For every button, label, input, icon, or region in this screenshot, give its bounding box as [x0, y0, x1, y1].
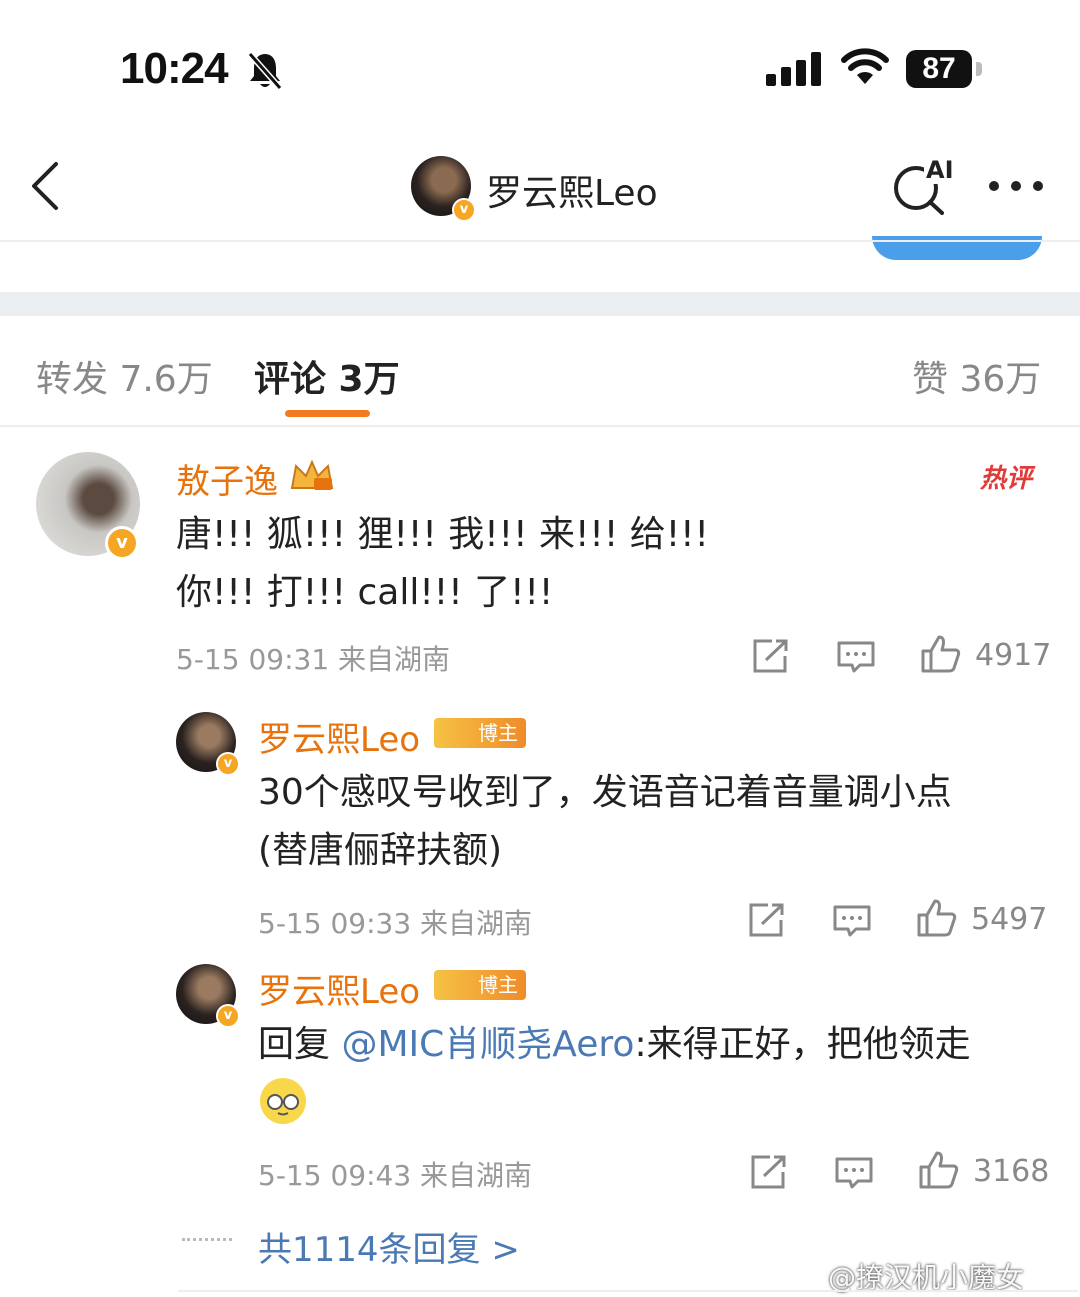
reply-username[interactable]: 罗云熙Leo: [258, 964, 420, 1013]
crown-icon: [288, 458, 336, 496]
chevron-left-icon[interactable]: [28, 160, 62, 216]
comment-icon[interactable]: [832, 904, 872, 942]
reply-body: :来得正好，把他领走: [634, 1024, 971, 1065]
reply-meta: 5-15 09:43 来自湖南: [258, 1159, 533, 1192]
comment-icon[interactable]: [836, 640, 876, 678]
glasses-emoji-icon: [260, 1078, 306, 1124]
more-icon[interactable]: [988, 178, 1044, 197]
nav-divider: [0, 240, 1080, 242]
replies-dots-divider: [182, 1238, 232, 1243]
mention-link[interactable]: @MIC肖顺尧Aero: [341, 1024, 634, 1065]
tab-comments[interactable]: 评论 3万: [254, 350, 400, 402]
like-count: 3168: [973, 1154, 1050, 1189]
tab-active-indicator: [285, 410, 370, 417]
hot-comment-badge: 热评: [980, 464, 1033, 494]
share-icon[interactable]: [750, 1154, 788, 1194]
signal-icon: [766, 52, 824, 90]
thumbs-up-icon[interactable]: [918, 1150, 960, 1194]
wifi-icon: [840, 48, 890, 90]
reply-text-line-1: 30个感叹号收到了，发语音记着音量调小点: [258, 772, 952, 813]
verified-badge: v: [452, 198, 476, 222]
blogger-tag: 博主: [434, 970, 526, 1000]
share-icon[interactable]: [752, 638, 790, 678]
like-count: 4917: [975, 638, 1052, 673]
ai-search-icon[interactable]: AI: [890, 156, 956, 220]
reply-meta: 5-15 09:33 来自湖南: [258, 907, 533, 940]
comment-icon[interactable]: [834, 1156, 874, 1194]
verified-badge: v: [216, 1004, 240, 1028]
comment-meta: 5-15 09:31 来自湖南: [176, 643, 451, 676]
reply-text: 回复 @MIC肖顺尧Aero:来得正好，把他领走: [258, 1016, 971, 1074]
page-title[interactable]: 罗云熙Leo: [486, 164, 658, 216]
tab-reposts[interactable]: 转发 7.6万: [36, 350, 213, 402]
share-icon[interactable]: [748, 902, 786, 942]
verified-badge: v: [105, 526, 139, 560]
view-all-replies-link[interactable]: 共1114条回复 >: [258, 1222, 520, 1271]
comment-text-line-2: 你!!! 打!!! call!!! 了!!!: [176, 572, 554, 613]
comment-text-line-1: 唐!!! 狐!!! 狸!!! 我!!! 来!!! 给!!!: [176, 514, 709, 555]
blogger-tag: 博主: [434, 718, 526, 748]
bell-muted-icon: [246, 50, 284, 94]
thumbs-up-icon[interactable]: [916, 898, 958, 942]
battery-nub: [976, 62, 982, 76]
thumbs-up-icon[interactable]: [920, 634, 962, 678]
status-time: 10:24: [120, 44, 229, 93]
ai-label: AI: [924, 156, 956, 184]
tab-likes[interactable]: 赞 36万: [912, 350, 1041, 402]
section-separator: [0, 292, 1080, 316]
reply-text-line-2: (替唐俪辞扶额): [258, 830, 503, 871]
like-count: 5497: [971, 902, 1048, 937]
reply-username[interactable]: 罗云熙Leo: [258, 712, 420, 761]
tabs-divider: [0, 425, 1080, 427]
reply-prefix: 回复: [258, 1024, 342, 1065]
verified-badge: v: [216, 752, 240, 776]
battery-indicator: 87: [906, 50, 972, 88]
bottom-divider: [178, 1290, 1078, 1292]
comment-username[interactable]: 敖子逸: [176, 454, 278, 503]
